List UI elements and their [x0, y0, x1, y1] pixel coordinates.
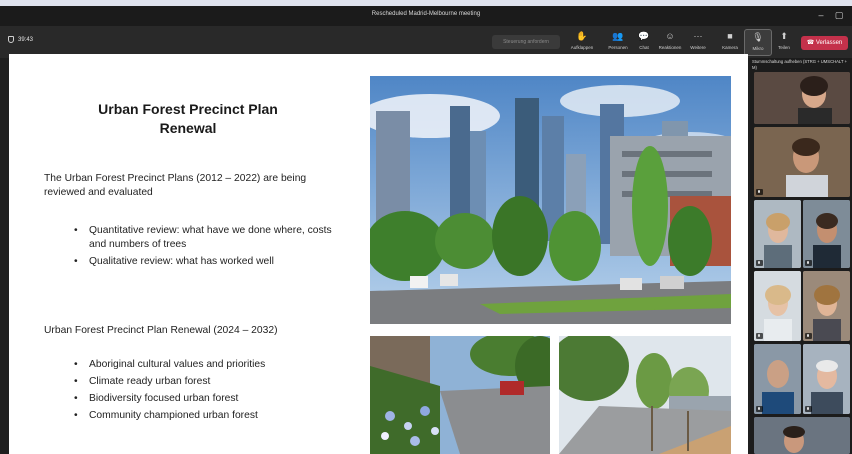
mic-muted-icon: [805, 406, 812, 412]
participant-tile[interactable]: [803, 200, 850, 268]
mic-button[interactable]: 🎙 Mikro: [744, 29, 772, 56]
list-item: Aboriginal cultural values and prioritie…: [74, 358, 364, 372]
list-item: Qualitative review: what has worked well: [74, 255, 344, 269]
meeting-timer: 39:43: [8, 36, 33, 43]
list-item: Biodiversity focused urban forest: [74, 392, 364, 406]
mic-icon: 🎙: [752, 32, 764, 42]
slide-title: Urban Forest Precinct Plan Renewal: [98, 101, 278, 136]
mic-muted-icon: [756, 406, 763, 412]
reactions-button[interactable]: ☺ Reaktionen: [656, 29, 684, 56]
list-item: Community championed urban forest: [74, 409, 364, 423]
participant-tile[interactable]: [754, 344, 801, 414]
window-title: Rescheduled Madrid-Melbourne meeting: [371, 11, 481, 17]
people-icon: 👥: [612, 31, 624, 41]
request-control-button[interactable]: Steuerung anfordern: [492, 35, 560, 49]
restore-icon[interactable]: ▢: [832, 9, 846, 22]
more-button[interactable]: ··· Weitere: [684, 29, 712, 56]
list-item: Climate ready urban forest: [74, 375, 364, 389]
participant-tile[interactable]: [754, 200, 801, 268]
mic-muted-icon: [756, 260, 763, 266]
timer-text: 39:43: [18, 36, 34, 43]
share-button[interactable]: ⬆ Teilen: [770, 29, 798, 56]
mic-muted-icon: [756, 189, 763, 195]
leave-button[interactable]: ☎ Verlassen: [801, 36, 848, 50]
shield-icon: [8, 36, 14, 43]
participant-tile[interactable]: [803, 271, 850, 341]
mic-muted-icon: [805, 333, 812, 339]
share-icon: ⬆: [780, 31, 788, 41]
camera-icon: ■: [727, 31, 733, 41]
slide-intro: The Urban Forest Precinct Plans (2012 – …: [44, 173, 307, 198]
renewal-heading: Urban Forest Precinct Plan Renewal (2024…: [44, 325, 278, 336]
mic-muted-icon: [805, 260, 812, 266]
participant-tile[interactable]: [754, 271, 801, 341]
renewal-list: Aboriginal cultural values and prioritie…: [74, 358, 364, 426]
teams-meeting-window: Rescheduled Madrid-Melbourne meeting – ▢…: [0, 6, 852, 454]
review-list: Quantitative review: what have we done w…: [74, 224, 344, 272]
city-street-photo: [370, 76, 731, 324]
flower-garden-photo: [370, 336, 550, 454]
phone-icon: ☎: [806, 40, 815, 46]
shared-slide: Urban Forest Precinct Plan Renewal The U…: [9, 54, 748, 454]
raise-hand-icon: ✋: [576, 31, 588, 41]
mic-muted-icon: [756, 333, 763, 339]
camera-button[interactable]: ■ Kamera: [716, 29, 744, 56]
participant-tile[interactable]: [754, 72, 850, 124]
chat-icon: 💬: [638, 31, 650, 41]
reactions-icon: ☺: [665, 31, 675, 41]
title-bar: Rescheduled Madrid-Melbourne meeting – ▢: [0, 6, 852, 26]
participant-tile[interactable]: [754, 417, 850, 454]
participant-tile[interactable]: [803, 344, 850, 414]
list-item: Quantitative review: what have we done w…: [74, 224, 344, 252]
people-button[interactable]: 👥 Personen: [604, 29, 632, 56]
minimize-icon[interactable]: –: [814, 9, 828, 22]
young-trees-photo: [559, 336, 731, 454]
raise-hand-button[interactable]: ✋ Aufklappen: [568, 29, 596, 56]
participant-tile[interactable]: [754, 127, 850, 197]
chat-button[interactable]: 💬 Chat: [630, 29, 658, 56]
more-icon: ···: [693, 31, 703, 41]
unmute-hint: Stummschaltung aufheben (STRG + UMSCHALT…: [752, 59, 848, 70]
